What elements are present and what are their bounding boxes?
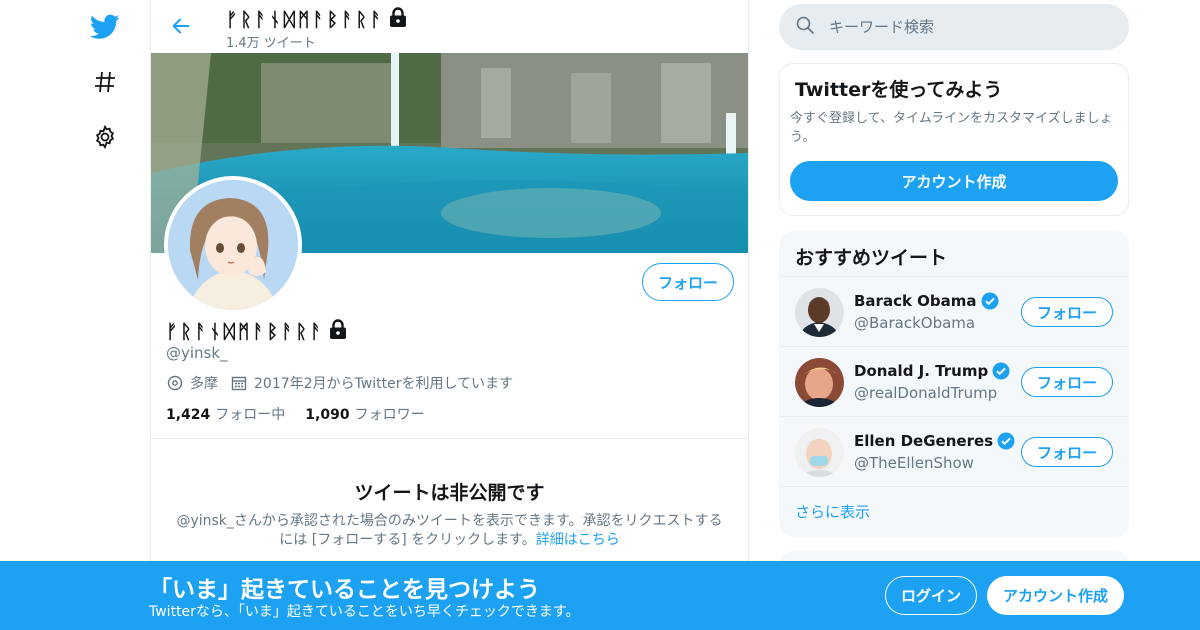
search-icon — [795, 15, 815, 39]
protected-tweets-title: ツイートは非公開です — [354, 482, 545, 504]
profile-meta: 多摩 2017年2月からTwitterを利用しています — [166, 373, 513, 393]
hashtag-icon[interactable] — [88, 65, 122, 99]
bottom-bar-subtitle: Twitterなら、「いま」起きていることをいち早くチェックできます。 — [149, 604, 580, 620]
recommended-account[interactable]: Barack Obama @BarackObama フォロー — [779, 276, 1129, 346]
profile-handle: @yinsk_ — [166, 344, 228, 362]
following-link[interactable]: 1,424 フォロー中 — [166, 404, 285, 424]
twitter-bird-icon[interactable] — [88, 10, 122, 44]
follow-button[interactable]: フォロー — [1021, 437, 1113, 467]
verified-badge-icon — [981, 292, 999, 310]
signup-button[interactable]: アカウント作成 — [987, 576, 1124, 615]
left-nav — [0, 0, 150, 630]
account-handle: @BarackObama — [854, 314, 976, 332]
login-button[interactable]: ログイン — [885, 576, 977, 615]
profile-header-bar: ᚠᚱᚨᚾᛞᛗᚨᛒᚨᚱᚨ 1.4万 ツイート — [151, 0, 748, 53]
recommended-account[interactable]: Donald J. Trump @realDonaldTrump フォロー — [779, 346, 1129, 416]
profile-joined-date: 2017年2月からTwitterを利用しています — [254, 376, 514, 392]
signup-card-title: Twitterを使ってみよう — [795, 79, 1003, 101]
lock-icon — [328, 318, 348, 345]
signup-card: Twitterを使ってみよう 今すぐ登録して、タイムラインをカスタマイズしましょ… — [779, 63, 1129, 216]
search-box[interactable] — [779, 4, 1129, 50]
gear-icon[interactable] — [88, 120, 122, 154]
account-handle: @TheEllenShow — [854, 454, 974, 472]
follow-button[interactable]: フォロー — [642, 263, 734, 301]
lock-icon — [388, 6, 408, 33]
location-icon — [166, 374, 184, 392]
divider — [151, 438, 748, 439]
profile-location: 多摩 — [190, 376, 218, 392]
bottom-signup-bar: 「いま」起きていることを見つけよう Twitterなら、「いま」起きていることを… — [0, 561, 1200, 630]
search-input[interactable] — [829, 18, 1109, 36]
verified-badge-icon — [992, 362, 1010, 380]
account-name[interactable]: Donald J. Trump — [854, 362, 1010, 380]
signup-card-body: 今すぐ登録して、タイムラインをカスタマイズしましょう。 — [790, 111, 1113, 145]
account-name[interactable]: Barack Obama — [854, 292, 999, 310]
profile-display-name: ᚠᚱᚨᚾᛞᛗᚨᛒᚨᚱᚨ — [166, 318, 348, 345]
header-tweet-count: 1.4万 ツイート — [226, 36, 316, 51]
back-arrow-icon[interactable] — [167, 12, 195, 40]
avatar[interactable] — [795, 428, 844, 477]
avatar[interactable] — [795, 358, 844, 407]
verified-badge-icon — [997, 432, 1015, 450]
signup-card-button[interactable]: アカウント作成 — [790, 161, 1118, 201]
account-handle: @realDonaldTrump — [854, 384, 998, 402]
profile-column: ᚠᚱᚨᚾᛞᛗᚨᛒᚨᚱᚨ 1.4万 ツイート フォロー ᚠᚱᚨᚾᛞᛗᚨᛒᚨᚱᚨ @… — [150, 0, 749, 630]
header-display-name: ᚠᚱᚨᚾᛞᛗᚨᛒᚨᚱᚨ — [226, 6, 408, 33]
recommended-title: おすすめツイート — [795, 247, 948, 269]
avatar[interactable] — [795, 288, 844, 337]
follow-button[interactable]: フォロー — [1021, 367, 1113, 397]
recommended-account[interactable]: Ellen DeGeneres @TheEllenShow フォロー — [779, 416, 1129, 486]
followers-link[interactable]: 1,090 フォロワー — [305, 404, 424, 424]
protected-tweets-message: @yinsk_さんから承認された場合のみツイートを表示できます。承認をリクエスト… — [176, 513, 723, 548]
profile-avatar[interactable] — [164, 176, 302, 314]
profile-stats: 1,424 フォロー中 1,090 フォロワー — [166, 404, 445, 424]
learn-more-link[interactable]: 詳細はこちら — [536, 532, 620, 548]
recommended-accounts: おすすめツイート Barack Obama @BarackObama フォロー … — [779, 231, 1129, 537]
bottom-bar-title: 「いま」起きていることを見つけよう — [149, 577, 540, 603]
follow-button[interactable]: フォロー — [1021, 297, 1113, 327]
show-more-link[interactable]: さらに表示 — [795, 501, 870, 522]
calendar-icon — [230, 374, 248, 392]
account-name[interactable]: Ellen DeGeneres — [854, 432, 1015, 450]
